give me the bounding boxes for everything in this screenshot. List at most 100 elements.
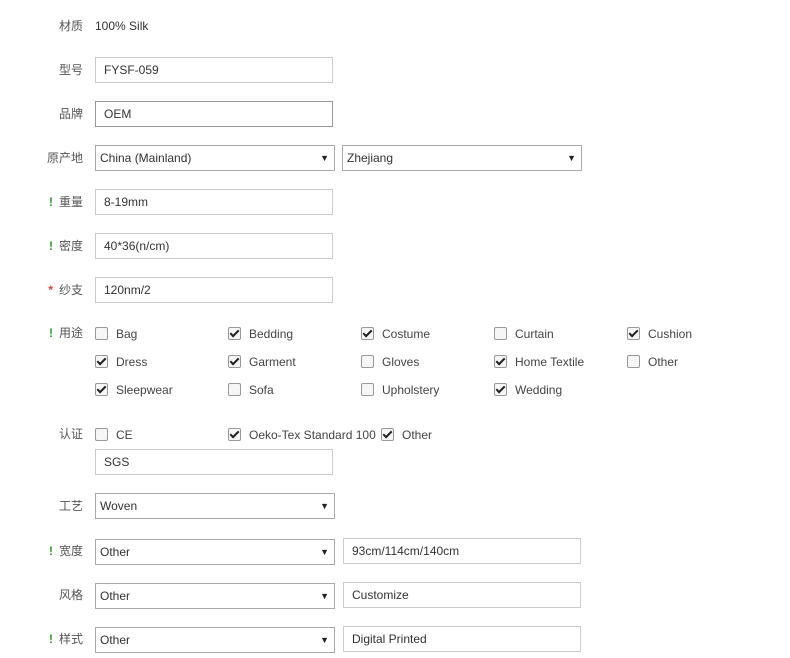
cert-option-label: Other xyxy=(402,428,433,442)
triangle-down-icon: ▼ xyxy=(320,153,329,163)
pattern-select-value: Other xyxy=(100,633,131,647)
label-brand: 品牌 xyxy=(58,107,83,121)
required-marker: * xyxy=(48,283,53,297)
usage-option-label: Bag xyxy=(116,327,138,341)
label-yarn: * 纱支 xyxy=(0,282,83,298)
optional-marker: ! xyxy=(48,239,53,253)
style-custom-input[interactable]: Customize xyxy=(343,582,581,608)
label-material: 材质 xyxy=(58,19,83,33)
brand-input[interactable]: OEM xyxy=(95,101,333,127)
usage-option-label: Wedding xyxy=(515,383,563,397)
label-style: 风格 xyxy=(58,588,83,602)
triangle-down-icon: ▼ xyxy=(320,635,329,645)
usage-option-cushion[interactable]: Cushion xyxy=(627,326,692,342)
pattern-select[interactable]: Other ▼ xyxy=(95,627,335,653)
checkbox-icon[interactable] xyxy=(361,383,374,396)
cert-option-label: CE xyxy=(116,428,133,442)
label-width: ! 宽度 xyxy=(0,543,83,559)
checkbox-icon[interactable] xyxy=(228,355,241,368)
density-input[interactable]: 40*36(n/cm) xyxy=(95,233,333,259)
usage-option-label: Cushion xyxy=(648,327,693,341)
label-width-text: 宽度 xyxy=(58,544,83,558)
pattern-custom-input[interactable]: Digital Printed xyxy=(343,626,581,652)
label-weight: ! 重量 xyxy=(0,194,83,210)
origin-country-value: China (Mainland) xyxy=(100,151,192,165)
usage-option-label: Sleepwear xyxy=(116,383,173,397)
optional-marker: ! xyxy=(48,195,53,209)
model-input[interactable]: FYSF-059 xyxy=(95,57,333,83)
origin-province-select[interactable]: Zhejiang ▼ xyxy=(342,145,582,171)
usage-option-label: Upholstery xyxy=(382,383,440,397)
material-value: 100% Silk xyxy=(95,19,149,33)
weight-input[interactable]: 8-19mm xyxy=(95,189,333,215)
optional-marker: ! xyxy=(48,632,53,646)
width-select-value: Other xyxy=(100,545,131,559)
cert-option-label: Oeko-Tex Standard 100 xyxy=(249,428,376,442)
cert-other-input[interactable]: SGS xyxy=(95,449,333,475)
width-select[interactable]: Other ▼ xyxy=(95,539,335,565)
usage-option-label: Garment xyxy=(249,355,296,369)
checkbox-icon[interactable] xyxy=(228,327,241,340)
technique-select[interactable]: Woven ▼ xyxy=(95,493,335,519)
origin-country-select[interactable]: China (Mainland) ▼ xyxy=(95,145,335,171)
checkbox-icon[interactable] xyxy=(95,383,108,396)
style-select-value: Other xyxy=(100,589,131,603)
checkbox-icon[interactable] xyxy=(494,355,507,368)
usage-option-sofa[interactable]: Sofa xyxy=(228,382,274,398)
width-custom-input[interactable]: 93cm/114cm/140cm xyxy=(343,538,581,564)
checkbox-icon[interactable] xyxy=(95,327,108,340)
origin-province-value: Zhejiang xyxy=(347,151,394,165)
usage-option-upholstery[interactable]: Upholstery xyxy=(361,382,439,398)
technique-value: Woven xyxy=(100,499,138,513)
label-technique: 工艺 xyxy=(58,499,83,513)
triangle-down-icon: ▼ xyxy=(320,591,329,601)
usage-option-bag[interactable]: Bag xyxy=(95,326,137,342)
usage-option-costume[interactable]: Costume xyxy=(361,326,430,342)
cert-option-ce[interactable]: CE xyxy=(95,427,133,443)
usage-option-label: Sofa xyxy=(249,383,274,397)
label-certification: 认证 xyxy=(58,427,83,441)
triangle-down-icon: ▼ xyxy=(320,547,329,557)
usage-option-label: Bedding xyxy=(249,327,294,341)
checkbox-icon[interactable] xyxy=(95,355,108,368)
usage-option-curtain[interactable]: Curtain xyxy=(494,326,554,342)
label-yarn-text: 纱支 xyxy=(58,283,83,297)
usage-option-label: Other xyxy=(648,355,679,369)
style-select[interactable]: Other ▼ xyxy=(95,583,335,609)
usage-option-label: Home Textile xyxy=(515,355,585,369)
usage-option-label: Gloves xyxy=(382,355,420,369)
usage-option-bedding[interactable]: Bedding xyxy=(228,326,293,342)
usage-option-wedding[interactable]: Wedding xyxy=(494,382,562,398)
checkbox-icon[interactable] xyxy=(627,355,640,368)
usage-checkbox-group: Bag Bedding Costume Curtain Cushion Dress Garm… xyxy=(0,325,790,405)
usage-option-sleepwear[interactable]: Sleepwear xyxy=(95,382,173,398)
label-model: 型号 xyxy=(58,63,83,77)
label-pattern-text: 样式 xyxy=(58,632,83,646)
label-density-text: 密度 xyxy=(58,239,83,253)
cert-option-oeko-tex[interactable]: Oeko-Tex Standard 100 xyxy=(228,427,376,443)
optional-marker: ! xyxy=(48,544,53,558)
checkbox-icon[interactable] xyxy=(228,428,241,441)
usage-option-garment[interactable]: Garment xyxy=(228,354,296,370)
usage-option-home-textile[interactable]: Home Textile xyxy=(494,354,584,370)
usage-option-label: Curtain xyxy=(515,327,554,341)
checkbox-icon[interactable] xyxy=(228,383,241,396)
usage-option-label: Dress xyxy=(116,355,148,369)
checkbox-icon[interactable] xyxy=(381,428,394,441)
checkbox-icon[interactable] xyxy=(95,428,108,441)
checkbox-icon[interactable] xyxy=(494,327,507,340)
usage-option-other[interactable]: Other xyxy=(627,354,678,370)
label-weight-text: 重量 xyxy=(58,195,83,209)
checkbox-icon[interactable] xyxy=(494,383,507,396)
usage-option-dress[interactable]: Dress xyxy=(95,354,147,370)
checkbox-icon[interactable] xyxy=(361,355,374,368)
triangle-down-icon: ▼ xyxy=(320,501,329,511)
cert-option-other[interactable]: Other xyxy=(381,427,432,443)
checkbox-icon[interactable] xyxy=(361,327,374,340)
yarn-input[interactable]: 120nm/2 xyxy=(95,277,333,303)
usage-option-gloves[interactable]: Gloves xyxy=(361,354,419,370)
label-density: ! 密度 xyxy=(0,238,83,254)
usage-option-label: Costume xyxy=(382,327,431,341)
checkbox-icon[interactable] xyxy=(627,327,640,340)
triangle-down-icon: ▼ xyxy=(567,153,576,163)
